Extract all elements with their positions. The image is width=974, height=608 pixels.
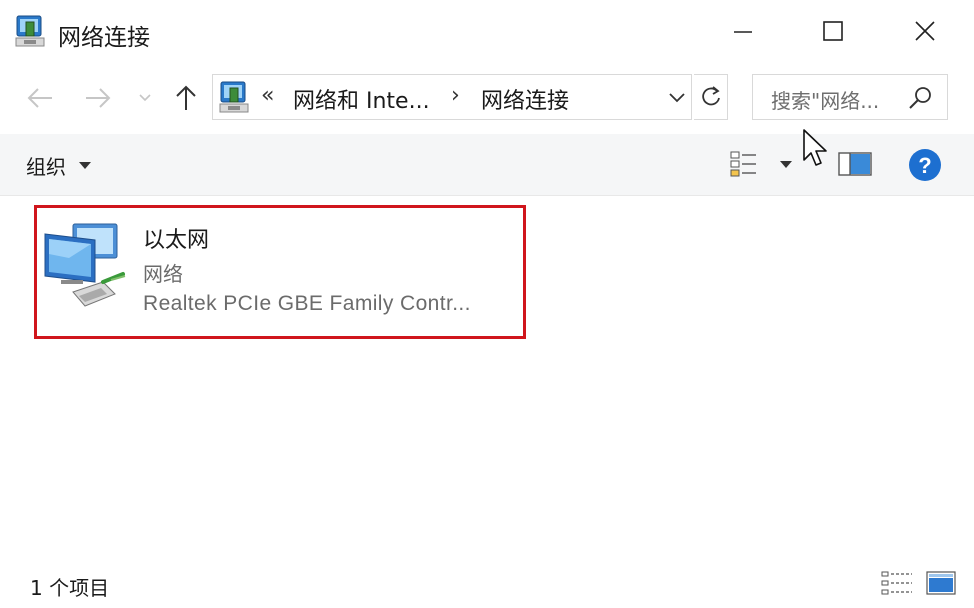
minimize-icon — [734, 31, 752, 33]
item-type: 网络 — [143, 262, 183, 286]
minimize-button[interactable] — [718, 8, 768, 54]
caret-down-icon — [79, 162, 91, 169]
item-description: Realtek PCIe GBE Family Contr... — [143, 292, 471, 315]
close-button[interactable] — [900, 8, 950, 54]
address-bar[interactable]: « 网络和 Inte... › 网络连接 — [212, 74, 692, 120]
navigation-bar: « 网络和 Inte... › 网络连接 搜索"网络... — [0, 62, 974, 134]
arrow-left-icon — [27, 88, 52, 108]
item-count: 1 个项目 — [30, 576, 110, 600]
caret-down-icon — [780, 161, 792, 168]
up-button[interactable] — [166, 76, 206, 120]
help-button[interactable]: ? — [906, 146, 944, 184]
change-view-button[interactable] — [724, 146, 764, 182]
maximize-icon — [823, 21, 843, 41]
maximize-button[interactable] — [808, 8, 858, 54]
arrow-right-icon — [86, 88, 111, 108]
title-bar: 网络连接 — [0, 0, 974, 62]
recent-locations-button[interactable] — [132, 76, 158, 120]
large-icons-view-icon[interactable] — [926, 570, 956, 596]
breadcrumb-network-internet[interactable]: 网络和 Inte... — [293, 83, 430, 115]
organize-label: 组织 — [26, 154, 66, 179]
window-title: 网络连接 — [58, 25, 150, 51]
organize-menu-button[interactable]: 组织 — [26, 144, 92, 186]
chevron-down-icon — [139, 94, 151, 102]
preview-pane-button[interactable] — [832, 146, 878, 182]
view-options-dropdown[interactable] — [774, 152, 798, 176]
network-adapter-icon — [44, 223, 126, 307]
refresh-button[interactable] — [694, 74, 728, 120]
refresh-icon — [701, 86, 720, 106]
back-button[interactable] — [20, 76, 60, 120]
mouse-cursor-icon — [803, 129, 827, 166]
details-view-icon[interactable] — [880, 570, 914, 596]
close-icon — [915, 21, 935, 41]
chevron-down-icon — [669, 93, 685, 103]
breadcrumb-network-connections[interactable]: 网络连接 — [481, 83, 569, 115]
preview-pane-icon — [838, 152, 872, 176]
search-placeholder: 搜索"网络... — [771, 89, 880, 113]
item-name: 以太网 — [143, 228, 210, 253]
breadcrumb-overflow[interactable]: « — [261, 83, 274, 108]
arrow-up-icon — [176, 85, 196, 110]
network-connections-icon — [219, 81, 249, 113]
svg-text:?: ? — [918, 153, 931, 178]
view-details-icon — [730, 151, 756, 177]
search-icon[interactable] — [907, 85, 933, 111]
search-input[interactable]: 搜索"网络... — [752, 74, 948, 120]
list-item-ethernet[interactable]: 以太网 网络 Realtek PCIe GBE Family Contr... — [34, 205, 526, 339]
breadcrumb-separator[interactable]: › — [451, 83, 460, 108]
address-history-dropdown[interactable] — [665, 87, 689, 109]
forward-button[interactable] — [78, 76, 118, 120]
status-bar: 1 个项目 — [0, 558, 974, 608]
file-list: 以太网 网络 Realtek PCIe GBE Family Contr... — [0, 197, 974, 557]
network-connections-icon — [15, 15, 45, 47]
help-icon: ? — [909, 149, 941, 181]
